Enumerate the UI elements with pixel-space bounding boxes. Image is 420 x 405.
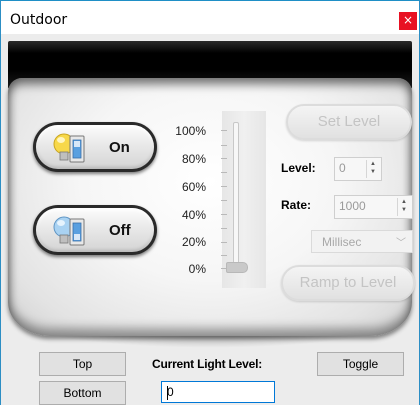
level-value: 0 — [339, 161, 346, 175]
slider-tick — [221, 186, 227, 187]
slider-tick — [221, 214, 227, 215]
close-icon: × — [402, 13, 414, 27]
unit-dropdown[interactable]: Millisec ﹀ — [311, 230, 413, 253]
on-label: On — [109, 139, 130, 156]
scale-label-80: 80% — [181, 152, 206, 166]
slider-tick — [221, 172, 227, 173]
slider-tick — [221, 242, 227, 243]
slider-tick — [221, 200, 227, 201]
slider-tick — [221, 158, 227, 159]
ramp-to-level-button[interactable]: Ramp to Level — [281, 265, 415, 301]
rate-value: 1000 — [339, 199, 366, 213]
level-label: Level: — [281, 161, 316, 175]
current-level-value: 0 — [167, 385, 174, 399]
close-button[interactable]: × — [399, 12, 417, 30]
level-spinner[interactable]: 0 ▲ ▼ — [334, 157, 382, 181]
slider-tick — [221, 228, 227, 229]
unit-selected: Millisec — [322, 235, 362, 249]
spinner-arrows-icon[interactable]: ▲ ▼ — [366, 160, 379, 178]
slider-tick — [221, 255, 227, 256]
scale-label-40: 40% — [181, 208, 206, 222]
rate-spinner[interactable]: 1000 ▲ ▼ — [334, 195, 413, 219]
set-level-button[interactable]: Set Level — [286, 104, 412, 140]
rate-label: Rate: — [281, 198, 312, 212]
scale-label-100: 100% — [175, 124, 206, 138]
slider-tick — [221, 130, 227, 131]
lightbulb-off-icon — [53, 216, 85, 246]
lightbulb-on-icon — [53, 133, 85, 163]
current-level-input[interactable]: 0 — [161, 381, 275, 403]
scale-label-20: 20% — [181, 235, 206, 249]
slider-tick — [221, 145, 227, 146]
window-title: Outdoor — [10, 12, 68, 28]
spinner-arrows-icon[interactable]: ▲ ▼ — [397, 198, 410, 216]
current-level-label: Current Light Level: — [152, 357, 263, 371]
bottom-button[interactable]: Bottom — [39, 381, 126, 405]
scale-label-60: 60% — [181, 180, 206, 194]
toggle-button[interactable]: Toggle — [317, 352, 404, 376]
off-label: Off — [109, 222, 131, 239]
scale-label-0: 0% — [188, 262, 206, 276]
title-bar: Outdoor × — [0, 0, 420, 34]
on-button[interactable]: On — [33, 122, 157, 172]
slider-thumb[interactable] — [226, 262, 248, 273]
top-button[interactable]: Top — [39, 352, 126, 376]
chevron-down-icon: ﹀ — [396, 238, 406, 249]
slider-track[interactable] — [233, 122, 239, 272]
off-button[interactable]: Off — [33, 205, 157, 255]
